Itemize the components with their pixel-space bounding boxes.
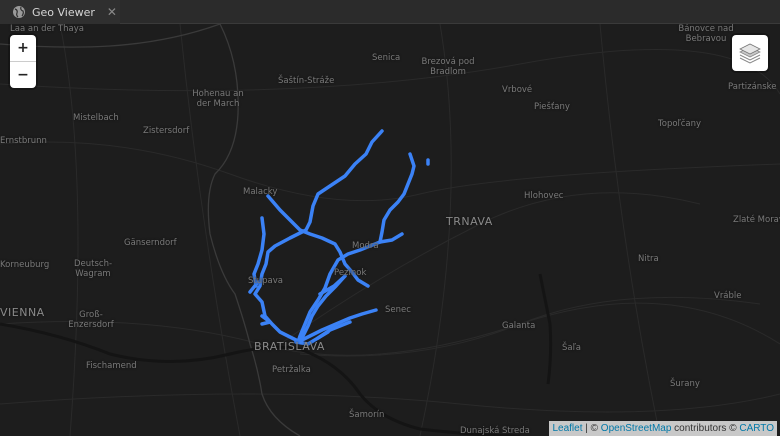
label-gross-enzersdorf: Groß-Enzersdorf — [68, 310, 114, 330]
zoom-out-button[interactable]: − — [10, 61, 36, 88]
label-petrzalka: Petržalka — [272, 365, 311, 375]
zoom-in-button[interactable]: + — [10, 35, 36, 61]
label-stupava: Stupava — [248, 276, 283, 286]
carto-link[interactable]: CARTO — [739, 423, 774, 434]
tab-bar: Geo Viewer ✕ — [0, 0, 780, 24]
label-ernstbrunn: Ernstbrunn — [0, 136, 47, 146]
label-pezinok: Pezinok — [334, 268, 367, 278]
label-vrable: Vráble — [714, 291, 742, 301]
map-view[interactable]: Laa an der Thaya Bánovce nad Bebravou Se… — [0, 24, 780, 436]
layers-button[interactable] — [732, 35, 768, 71]
label-deutsch-wagram: Deutsch-Wagram — [73, 259, 113, 279]
label-nitra: Nitra — [638, 254, 659, 264]
openstreetmap-link[interactable]: OpenStreetMap — [601, 423, 672, 434]
label-korneuburg: Korneuburg — [0, 260, 50, 270]
label-zistersdorf: Zistersdorf — [143, 126, 190, 136]
label-mistelbach: Mistelbach — [73, 113, 119, 123]
label-modra: Modra — [352, 241, 379, 251]
globe-icon — [13, 6, 25, 18]
label-senica: Senica — [372, 53, 401, 63]
label-sala: Šaľa — [562, 343, 582, 353]
attribution-sep: | © — [582, 423, 601, 434]
label-fischamend: Fischamend — [86, 361, 137, 371]
label-sastin: Šaštín-Stráže — [278, 76, 335, 86]
label-partizanske: Partizánske — [728, 82, 777, 92]
label-bratislava: BRATISLAVA — [254, 340, 325, 353]
label-trnava: TRNAVA — [446, 215, 493, 228]
label-malacky: Malacky — [243, 187, 278, 197]
label-surany: Šurany — [670, 379, 700, 389]
map-attribution: Leaflet | © OpenStreetMap contributors ©… — [549, 421, 777, 436]
label-samorin: Šamorín — [349, 410, 385, 420]
zoom-control: + − — [10, 35, 36, 88]
label-ganserndorf: Gänserndorf — [124, 238, 177, 248]
label-banovce: Bánovce nad Bebravou — [678, 24, 734, 44]
label-laa: Laa an der Thaya — [10, 24, 85, 34]
attribution-mid: contributors © — [671, 423, 740, 434]
label-piestany: Piešťany — [534, 102, 570, 112]
label-topolcany: Topoľčany — [658, 119, 702, 129]
label-dunajska-streda: Dunajská Streda — [460, 426, 530, 436]
layers-icon — [739, 43, 761, 64]
close-icon[interactable]: ✕ — [107, 5, 117, 19]
label-hohenau: Hohenau an der March — [192, 89, 244, 109]
label-hlohovec: Hlohovec — [524, 191, 564, 201]
leaflet-link[interactable]: Leaflet — [552, 423, 582, 434]
map-base-layer — [0, 24, 780, 436]
label-brezova: Brezová pod Bradlom — [421, 57, 475, 77]
tab-title: Geo Viewer — [32, 5, 95, 19]
label-senec: Senec — [385, 305, 411, 315]
label-vienna: VIENNA — [0, 306, 45, 319]
label-vrbove: Vrbové — [502, 85, 533, 95]
tab-geo-viewer[interactable]: Geo Viewer ✕ — [0, 0, 120, 24]
label-galanta: Galanta — [502, 321, 536, 331]
label-zlate-moravce: Zlaté Moravce — [733, 215, 780, 225]
